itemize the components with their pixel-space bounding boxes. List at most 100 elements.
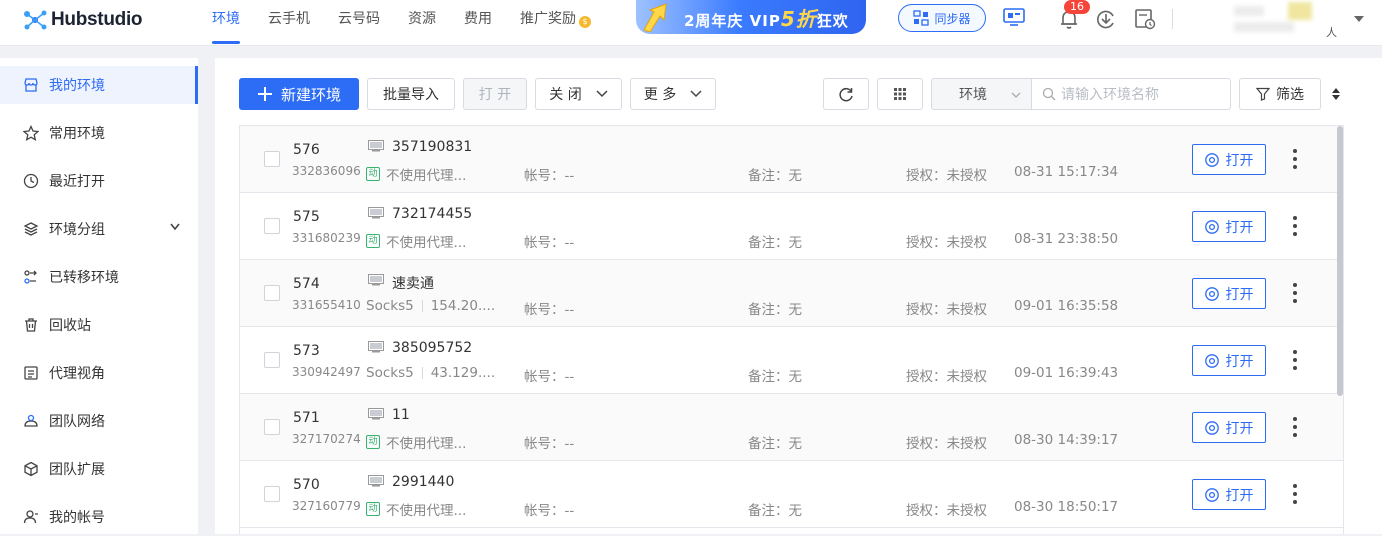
env-account: 帐号：-- [524,503,575,519]
open-env-button[interactable]: 打开 [1192,144,1266,175]
row-checkbox[interactable] [264,218,280,234]
search-placeholder: 请输入环境名称 [1061,87,1159,103]
env-id: 332836096 [292,164,361,178]
row-checkbox[interactable] [264,285,280,301]
more-vertical-icon[interactable] [1292,148,1298,170]
open-env-button[interactable]: 打开 [1192,345,1266,376]
row-checkbox[interactable] [264,419,280,435]
env-name[interactable]: 732174455 [392,206,472,222]
env-time: 08-30 14:39:17 [1014,432,1119,448]
sidebar-item-favorites[interactable]: 常用环境 [0,114,198,152]
more-vertical-icon[interactable] [1292,282,1298,304]
clock-icon [23,173,39,189]
env-time: 08-30 18:50:17 [1014,499,1119,515]
chrome-icon [1204,487,1219,502]
nav-billing[interactable]: 费用 [464,0,492,46]
table-row[interactable]: 574 331655410 速卖通 Socks5 154.20.... 帐号：--… [240,260,1343,327]
more-vertical-icon[interactable] [1292,215,1298,237]
nav-cloud-number[interactable]: 云号码 [338,0,380,46]
row-checkbox[interactable] [264,151,280,167]
filter-label: 筛选 [1276,87,1304,103]
row-checkbox[interactable] [264,352,280,368]
nav-resources[interactable]: 资源 [408,0,436,46]
table-row[interactable]: 571 327170274 11 动不使用代理... 帐号：-- 备注：无 授权… [240,394,1343,461]
open-env-button[interactable]: 打开 [1192,479,1266,510]
vip-badge-blur [1288,2,1312,20]
sort-icon[interactable] [1331,87,1341,101]
more-dropdown[interactable]: 更 多 [630,78,716,110]
filter-button[interactable]: 筛选 [1239,78,1321,110]
open-env-button[interactable]: 打开 [1192,211,1266,242]
sidebar-item-my-env[interactable]: 我的环境 [0,66,198,104]
env-time: 08-31 23:38:50 [1014,231,1119,247]
transfer-icon [23,269,39,285]
monitor-icon [368,408,384,420]
schedule-icon[interactable] [1134,8,1156,30]
table-row[interactable]: 570 327160779 2991440 动不使用代理... 帐号：-- 备注… [240,461,1343,528]
logo[interactable]: Hubstudio [22,8,143,32]
more-vertical-icon[interactable] [1292,416,1298,438]
batch-import-button[interactable]: 批量导入 [367,78,455,110]
sidebar-item-team-network[interactable]: 团队网络 [0,402,198,440]
env-note: 备注：无 [748,168,802,184]
table-row[interactable]: 575 331680239 732174455 动不使用代理... 帐号：-- … [240,193,1343,260]
env-number: 573 [293,343,320,359]
env-note: 备注：无 [748,369,802,385]
row-checkbox[interactable] [264,486,280,502]
env-name[interactable]: 2991440 [392,474,454,490]
env-time: 08-31 15:17:34 [1014,164,1119,180]
env-name[interactable]: 385095752 [392,340,472,356]
synchronizer-button[interactable]: 同步器 [898,4,986,32]
sidebar-item-groups[interactable]: 环境分组 [0,210,198,248]
open-env-button[interactable]: 打开 [1192,278,1266,309]
search-input[interactable]: 请输入环境名称 [1032,78,1231,110]
avatar-blur [1234,6,1264,16]
env-note: 备注：无 [748,302,802,318]
close-dropdown[interactable]: 关 闭 [535,78,622,110]
env-name[interactable]: 速卖通 [392,273,434,293]
sidebar-item-recent[interactable]: 最近打开 [0,162,198,200]
grid-view-button[interactable] [877,78,923,110]
download-icon[interactable] [1095,8,1117,30]
notification-badge: 16 [1064,0,1090,14]
open-button[interactable]: 打 开 [463,78,527,110]
env-name[interactable]: 357190831 [392,139,472,155]
layers-icon [23,221,39,237]
env-table: 576 332836096 357190831 动不使用代理... 帐号：-- … [239,125,1344,534]
nav-referral[interactable]: 推广奖励 $ [520,0,591,46]
nav-env[interactable]: 环境 [212,0,240,46]
table-scrollbar[interactable] [1337,126,1343,396]
table-row[interactable]: 573 330942497 385095752 Socks5 43.129....… [240,327,1343,394]
env-type-select[interactable]: 环境 [931,78,1032,110]
more-vertical-icon[interactable] [1292,349,1298,371]
dynamic-tag: 动 [366,234,380,248]
proxy-label: 不使用代理... [386,235,467,251]
sidebar-item-proxy-view[interactable]: 代理视角 [0,354,198,392]
env-name[interactable]: 11 [392,407,410,423]
nav-cloud-phone[interactable]: 云手机 [268,0,310,46]
nav-referral-label: 推广奖励 [520,11,576,27]
main-nav: 环境 云手机 云号码 资源 费用 推广奖励 $ [212,0,619,46]
sidebar-item-team-extension[interactable]: 团队扩展 [0,450,198,488]
env-number: 574 [293,276,320,292]
open-env-button[interactable]: 打开 [1192,412,1266,443]
table-row[interactable]: 576 332836096 357190831 动不使用代理... 帐号：-- … [240,126,1343,193]
monitor-icon[interactable] [1003,6,1025,28]
sidebar-item-my-account[interactable]: 我的帐号 [0,498,198,536]
env-auth: 授权：未授权 [906,302,987,318]
chevron-down-icon [1354,16,1364,22]
env-type-value: 环境 [959,87,987,103]
chrome-icon [1204,219,1219,234]
new-env-button[interactable]: 新建环境 [239,78,359,110]
user-profile[interactable]: 人 [1200,2,1364,40]
env-number: 570 [293,477,320,493]
refresh-button[interactable] [823,78,869,110]
env-number: 571 [293,410,320,426]
open-env-label: 打开 [1225,152,1254,169]
more-vertical-icon[interactable] [1292,483,1298,505]
user-suffix: 人 [1326,26,1337,39]
open-env-label: 打开 [1225,420,1254,437]
sidebar-item-transferred[interactable]: 已转移环境 [0,258,198,296]
sidebar-item-recycle-bin[interactable]: 回收站 [0,306,198,344]
promo-banner[interactable]: 2周年庆 VIP5折狂欢 [636,0,866,34]
